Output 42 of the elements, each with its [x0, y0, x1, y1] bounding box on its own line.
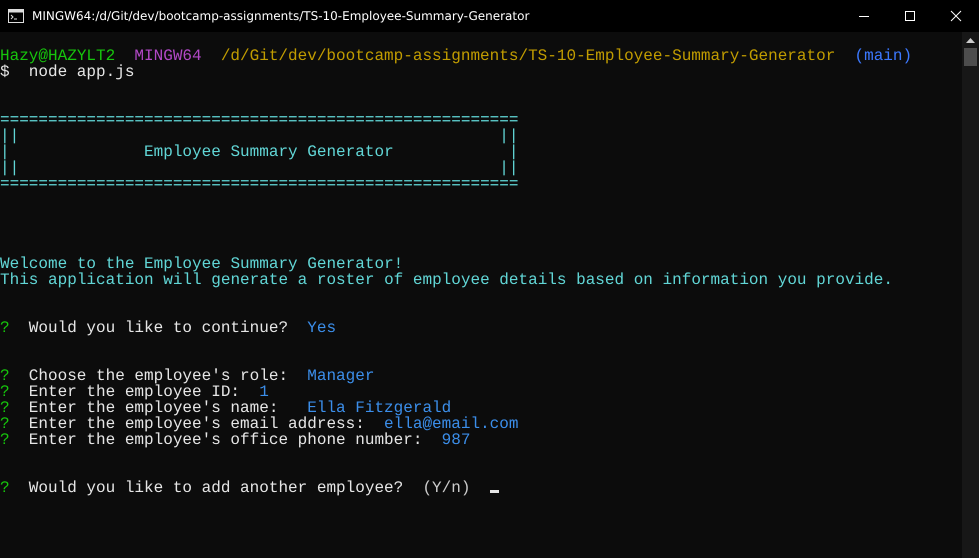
scroll-thumb[interactable] [964, 48, 977, 66]
question-mark-icon: ? [0, 479, 10, 497]
hint-text: (Y/n) [422, 479, 470, 497]
answer-text: ella@email.com [384, 415, 518, 433]
prompt-host: MINGW64 [134, 47, 202, 65]
close-icon[interactable] [950, 10, 962, 22]
question-mark-icon: ? [0, 367, 10, 385]
question-text: Would you like to continue? [28, 319, 288, 337]
prompt-path: /d/Git/dev/bootcamp-assignments/TS-10-Employee-Summary-Generator [220, 47, 836, 65]
question-mark-icon: ? [0, 383, 10, 401]
banner-text: | Employee Summary Generator | [0, 143, 518, 161]
question-text: Choose the employee's role: [28, 367, 288, 385]
prompt-user: Hazy@HAZYLT2 [0, 47, 116, 65]
answer-text: Ella Fitzgerald [307, 399, 452, 417]
question-text: Enter the employee's email address: [28, 415, 365, 433]
question-text: Enter the employee ID: [28, 383, 240, 401]
question-mark-icon: ? [0, 399, 10, 417]
banner-text: ====================================================== [0, 111, 518, 129]
git-branch: (main) [854, 47, 912, 65]
question-text: Enter the employee's name: [28, 399, 280, 417]
question-mark-icon: ? [0, 319, 10, 337]
question-mark-icon: ? [0, 431, 10, 449]
output-text: Welcome to the Employee Summary Generator! [0, 255, 404, 273]
question-text: Would you like to add another employee? [28, 479, 404, 497]
prompt-symbol: $ [0, 63, 10, 81]
banner-text: || || [0, 127, 518, 145]
output-text: This application will generate a roster of employee details based on information you provide. [0, 271, 893, 289]
banner-text: || || [0, 159, 518, 177]
scrollbar[interactable] [962, 32, 979, 558]
scroll-up-icon[interactable] [966, 38, 975, 43]
maximize-icon[interactable] [904, 10, 916, 22]
terminal-icon [8, 9, 24, 23]
answer-text: Yes [307, 319, 336, 337]
text-cursor [490, 490, 499, 493]
question-mark-icon: ? [0, 415, 10, 433]
answer-text: Manager [307, 367, 374, 385]
window-title: MINGW64:/d/Git/dev/bootcamp-assignments/TS-10-Employee-Summary-Generator [32, 9, 530, 23]
answer-text: 1 [259, 383, 269, 401]
question-text: Enter the employee's office phone number: [28, 431, 422, 449]
command-text: node app.js [28, 63, 134, 81]
answer-text: 987 [442, 431, 470, 449]
banner-text: ====================================================== [0, 175, 518, 193]
